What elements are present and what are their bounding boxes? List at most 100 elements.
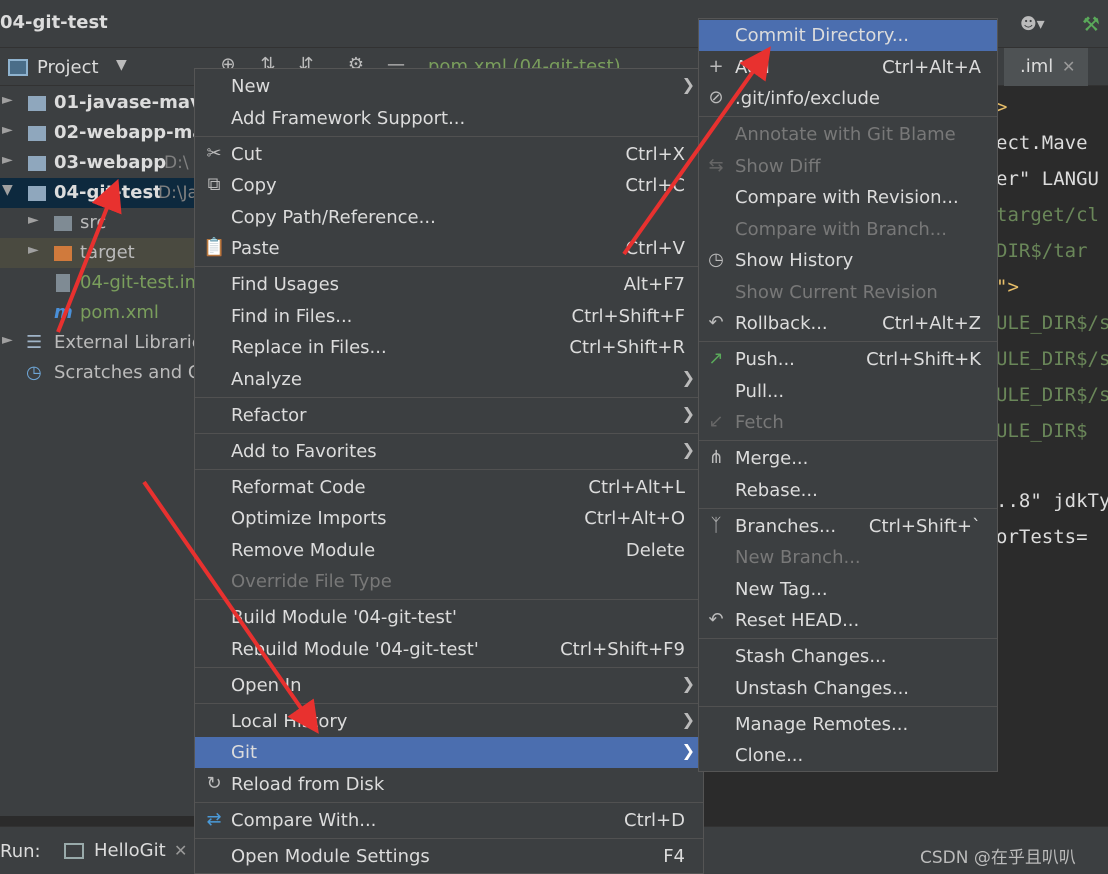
git-item-manage-remotes[interactable]: Manage Remotes... <box>699 709 997 740</box>
chevron-right-icon: ❯ <box>681 368 695 387</box>
menu-item-label: Paste <box>231 238 280 259</box>
git-item-new-tag[interactable]: New Tag... <box>699 574 997 605</box>
user-icon[interactable]: ☻▾ <box>1020 14 1060 36</box>
menu-item-paste[interactable]: 📋 Paste Ctrl+V <box>195 233 703 264</box>
chevron-right-icon[interactable]: ► <box>28 242 39 258</box>
tree-item-label: target <box>80 242 135 263</box>
git-item-stash-changes[interactable]: Stash Changes... <box>699 641 997 672</box>
menu-item-label: Clone... <box>735 745 804 766</box>
menu-item-label: Show Current Revision <box>735 282 938 303</box>
menu-item-local-history[interactable]: Local History ❯ <box>195 706 703 737</box>
menu-item-reformat-code[interactable]: Reformat Code Ctrl+Alt+L <box>195 472 703 503</box>
menu-item-label: Replace in Files... <box>231 337 387 358</box>
menu-item-label: Push... <box>735 349 795 370</box>
plus-icon: + <box>708 56 724 77</box>
menu-separator <box>195 667 703 668</box>
code-line: orTests= <box>996 526 1088 548</box>
git-item-reset-head[interactable]: ↶ Reset HEAD... <box>699 605 997 636</box>
git-item-unstash-changes[interactable]: Unstash Changes... <box>699 673 997 704</box>
menu-item-refactor[interactable]: Refactor ❯ <box>195 400 703 431</box>
menu-item-rebuild-module[interactable]: Rebuild Module '04-git-test' Ctrl+Shift+F… <box>195 634 703 665</box>
menu-item-open-in[interactable]: Open In ❯ <box>195 670 703 701</box>
git-item-clone[interactable]: Clone... <box>699 740 997 771</box>
menu-item-find-in-files[interactable]: Find in Files... Ctrl+Shift+F <box>195 301 703 332</box>
chevron-down-icon[interactable]: ▼ <box>2 182 13 198</box>
menu-item-copy[interactable]: ⧉ Copy Ctrl+C <box>195 170 703 201</box>
menu-item-build-module[interactable]: Build Module '04-git-test' <box>195 602 703 633</box>
git-item-git-info-exclude[interactable]: ⊘ .git/info/exclude <box>699 83 997 114</box>
menu-item-reload-from-disk[interactable]: ↻ Reload from Disk <box>195 769 703 800</box>
menu-item-new[interactable]: New ❯ <box>195 71 703 102</box>
hammer-icon[interactable]: ⚒ <box>1082 12 1108 36</box>
module-folder-icon <box>28 156 46 171</box>
menu-item-label: Find in Files... <box>231 306 353 327</box>
menu-item-label: Merge... <box>735 448 809 469</box>
git-item-push[interactable]: ↗ Push... Ctrl+Shift+K <box>699 344 997 375</box>
close-icon[interactable]: ✕ <box>174 841 187 860</box>
menu-item-git[interactable]: Git ❯ <box>195 737 703 768</box>
reload-icon: ↻ <box>206 773 222 794</box>
menu-item-label: Show Diff <box>735 156 821 177</box>
close-icon[interactable]: ✕ <box>1062 57 1075 76</box>
project-panel-icon <box>8 59 28 76</box>
menu-item-analyze[interactable]: Analyze ❯ <box>195 364 703 395</box>
menu-item-label: Open In <box>231 675 302 696</box>
menu-item-add-to-favorites[interactable]: Add to Favorites ❯ <box>195 436 703 467</box>
menu-separator <box>699 638 997 639</box>
menu-item-label: Branches... <box>735 516 837 537</box>
code-line: ULE_DIR$/s <box>996 312 1108 334</box>
git-item-rebase[interactable]: Rebase... <box>699 475 997 506</box>
menu-item-remove-module[interactable]: Remove Module Delete <box>195 535 703 566</box>
menu-item-label: New Tag... <box>735 579 828 600</box>
menu-item-label: Copy Path/Reference... <box>231 207 436 228</box>
menu-item-label: Refactor <box>231 405 307 426</box>
menu-item-replace-in-files[interactable]: Replace in Files... Ctrl+Shift+R <box>195 332 703 363</box>
git-item-compare-with-revision[interactable]: Compare with Revision... <box>699 182 997 213</box>
project-view-selector[interactable]: Project <box>37 57 99 78</box>
code-line: ..8" jdkTy <box>996 490 1108 512</box>
reset-icon: ↶ <box>708 609 724 630</box>
chevron-right-icon[interactable]: ► <box>2 332 13 348</box>
code-line: ect.Mave <box>996 132 1088 154</box>
menu-item-shortcut: Ctrl+Alt+A <box>882 57 981 78</box>
menu-separator <box>195 838 703 839</box>
menu-item-open-module-settings[interactable]: Open Module Settings F4 <box>195 841 703 872</box>
menu-separator <box>699 341 997 342</box>
clipboard-icon: 📋 <box>203 237 226 258</box>
chevron-down-icon[interactable]: ▼ <box>116 57 127 73</box>
chevron-right-icon: ❯ <box>681 674 695 693</box>
menu-item-label: Remove Module <box>231 540 376 561</box>
chevron-right-icon[interactable]: ► <box>2 122 13 138</box>
scissors-icon: ✂ <box>206 143 222 164</box>
menu-item-copy-path[interactable]: Copy Path/Reference... <box>195 202 703 233</box>
menu-item-shortcut: Ctrl+C <box>625 175 685 196</box>
git-item-add[interactable]: + Add Ctrl+Alt+A <box>699 52 997 83</box>
git-item-pull[interactable]: Pull... <box>699 376 997 407</box>
chevron-right-icon[interactable]: ► <box>28 212 39 228</box>
chevron-right-icon[interactable]: ► <box>2 92 13 108</box>
menu-item-shortcut: Ctrl+Alt+L <box>588 477 685 498</box>
tree-item-label: pom.xml <box>80 302 159 323</box>
menu-item-compare-with[interactable]: ⇄ Compare With... Ctrl+D <box>195 805 703 836</box>
context-menu: New ❯ Add Framework Support... ✂ Cut Ctrl+X… <box>194 68 704 874</box>
chevron-right-icon[interactable]: ► <box>2 152 13 168</box>
tab-iml-label: .iml <box>1020 56 1054 77</box>
menu-item-shortcut: Ctrl+V <box>625 238 685 259</box>
run-tab-hellogit[interactable]: HelloGit <box>94 840 166 861</box>
git-item-branches[interactable]: ᛉ Branches... Ctrl+Shift+` <box>699 511 997 542</box>
menu-separator <box>195 802 703 803</box>
git-item-show-history[interactable]: ◷ Show History <box>699 245 997 276</box>
merge-icon: ⋔ <box>708 447 724 468</box>
menu-item-optimize-imports[interactable]: Optimize Imports Ctrl+Alt+O <box>195 503 703 534</box>
menu-separator <box>195 136 703 137</box>
tab-iml[interactable]: .iml ✕ <box>1004 48 1088 86</box>
menu-item-add-framework-support[interactable]: Add Framework Support... <box>195 103 703 134</box>
git-submenu: Commit Directory... + Add Ctrl+Alt+A ⊘ .git… <box>698 18 998 772</box>
menu-item-cut[interactable]: ✂ Cut Ctrl+X <box>195 139 703 170</box>
menu-item-find-usages[interactable]: Find Usages Alt+F7 <box>195 269 703 300</box>
git-item-commit-directory[interactable]: Commit Directory... <box>699 20 997 51</box>
git-item-rollback[interactable]: ↶ Rollback... Ctrl+Alt+Z <box>699 308 997 339</box>
menu-separator <box>699 706 997 707</box>
git-item-merge[interactable]: ⋔ Merge... <box>699 443 997 474</box>
menu-item-shortcut: Ctrl+Shift+` <box>868 516 981 537</box>
